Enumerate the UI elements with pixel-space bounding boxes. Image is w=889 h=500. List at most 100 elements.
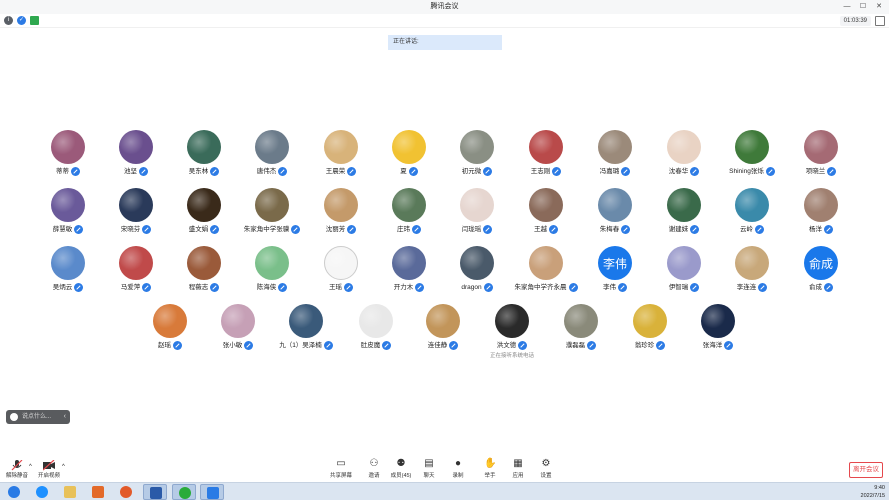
- taskbar-app[interactable]: [200, 484, 224, 500]
- leave-meeting-button[interactable]: 离开会议: [849, 462, 883, 478]
- avatar: [119, 130, 153, 164]
- participant-tile[interactable]: 项晓兰: [785, 130, 857, 188]
- participant-tile[interactable]: 赵瑶: [134, 304, 206, 362]
- avatar: [324, 246, 358, 280]
- invite-button[interactable]: ⚇ 邀请: [359, 458, 389, 482]
- participant-tile[interactable]: 宋晓芬: [100, 188, 172, 246]
- signal-icon[interactable]: [30, 16, 39, 25]
- participant-tile[interactable]: 薛慧敏: [32, 188, 104, 246]
- participant-name-row: 伊智瑞: [648, 282, 720, 294]
- participant-tile[interactable]: 陈海侠: [236, 246, 308, 304]
- muted-microphone-icon: [278, 166, 288, 176]
- record-button[interactable]: ● 录制: [443, 458, 473, 482]
- participant-tile[interactable]: 朱家角中学张骥: [236, 188, 308, 246]
- apps-button[interactable]: ▦ 应用: [503, 458, 533, 482]
- participant-name: 云岭: [740, 226, 753, 233]
- participant-tile[interactable]: dragon: [441, 246, 513, 304]
- participant-tile[interactable]: 翁珍珍: [614, 304, 686, 362]
- tray-date: 2022/7/15: [860, 493, 885, 499]
- chat-input[interactable]: 说点什么... ‹: [6, 410, 70, 424]
- unmute-button[interactable]: 解除静音: [2, 458, 32, 482]
- maximize-icon[interactable]: ☐: [855, 0, 871, 14]
- taskbar-app[interactable]: [172, 484, 196, 500]
- participant-name-row: 谢建妹: [648, 224, 720, 236]
- emoji-icon[interactable]: [10, 413, 18, 421]
- taskbar-app[interactable]: [86, 484, 110, 500]
- participant-name-row: dragon: [441, 282, 513, 294]
- participant-tile[interactable]: 王瑶: [305, 246, 377, 304]
- avatar: [392, 246, 426, 280]
- muted-microphone-icon: [724, 340, 734, 350]
- participant-tile[interactable]: 朱家角中学齐永晨: [510, 246, 582, 304]
- muted-microphone-icon: [758, 282, 768, 292]
- participant-tile[interactable]: 沈春华: [648, 130, 720, 188]
- participant-tile[interactable]: 王志刚: [510, 130, 582, 188]
- participant-tile[interactable]: 程薇志: [168, 246, 240, 304]
- chat-button[interactable]: ▤ 聊天: [414, 458, 444, 482]
- participant-tile[interactable]: 云岭: [716, 188, 788, 246]
- participant-tile[interactable]: 连佳静: [407, 304, 479, 362]
- participant-tile[interactable]: 洪文德 正在接听系统电话: [476, 304, 548, 362]
- participant-tile[interactable]: 濮磊磊: [545, 304, 617, 362]
- participant-tile[interactable]: 初元微: [441, 130, 513, 188]
- share-screen-button[interactable]: ▭ 共享屏幕: [326, 458, 356, 482]
- participant-tile[interactable]: 王晨荣: [305, 130, 377, 188]
- taskbar-app[interactable]: [143, 484, 167, 500]
- participant-tile[interactable]: 冯嘉璐: [579, 130, 651, 188]
- participant-tile[interactable]: 马爱萍: [100, 246, 172, 304]
- participant-name: 王越: [534, 226, 547, 233]
- minimize-icon[interactable]: —: [839, 0, 855, 14]
- participant-name-row: 王晨荣: [305, 166, 377, 178]
- participant-tile[interactable]: 谢建妹: [648, 188, 720, 246]
- taskbar-app[interactable]: [30, 484, 54, 500]
- participant-tile[interactable]: 蒂蒂: [32, 130, 104, 188]
- settings-button[interactable]: ⚙ 设置: [531, 458, 561, 482]
- participant-tile[interactable]: 王越: [510, 188, 582, 246]
- participant-tile[interactable]: 开力木: [373, 246, 445, 304]
- taskbar-app[interactable]: [114, 484, 138, 500]
- raise-hand-button[interactable]: ✋ 举手: [475, 458, 505, 482]
- members-button[interactable]: ⚉ 成员(45): [386, 458, 416, 482]
- participant-tile[interactable]: 张海洋: [682, 304, 754, 362]
- participant-tile[interactable]: 闫珑瑶: [441, 188, 513, 246]
- participant-tile[interactable]: 盛文娟: [168, 188, 240, 246]
- info-icon[interactable]: i: [4, 16, 13, 25]
- avatar: [359, 304, 393, 338]
- video-options-chevron-icon[interactable]: ^: [62, 464, 65, 470]
- participant-tile[interactable]: 夏: [373, 130, 445, 188]
- participant-tile[interactable]: 池坚: [100, 130, 172, 188]
- avatar: 李伟: [598, 246, 632, 280]
- participant-tile[interactable]: 伊智瑞: [648, 246, 720, 304]
- participant-tile[interactable]: 张小敏: [202, 304, 274, 362]
- collapse-chevron-icon[interactable]: ‹: [64, 410, 66, 424]
- fullscreen-icon[interactable]: [875, 16, 885, 26]
- participant-tile[interactable]: 九（1）吴泽楠: [270, 304, 342, 362]
- participant-tile[interactable]: 李伟 李伟: [579, 246, 651, 304]
- start-button[interactable]: [2, 484, 26, 500]
- participant-name: 王晨荣: [325, 168, 346, 175]
- taskbar-app[interactable]: [58, 484, 82, 500]
- muted-microphone-icon: [483, 224, 493, 234]
- chat-label: 聊天: [423, 473, 435, 479]
- participant-tile[interactable]: 肚皮魔: [340, 304, 412, 362]
- participant-tile[interactable]: 李连连: [716, 246, 788, 304]
- participant-name: 濮磊磊: [565, 342, 586, 349]
- avatar: [667, 246, 701, 280]
- participant-tile[interactable]: 朱梅春: [579, 188, 651, 246]
- participant-tile[interactable]: 吴东林: [168, 130, 240, 188]
- participant-tile[interactable]: 杨洋: [785, 188, 857, 246]
- tencent-meeting-icon: [207, 487, 219, 499]
- participant-tile[interactable]: Shining张烁: [716, 130, 788, 188]
- start-video-button[interactable]: 开启视频: [34, 458, 64, 482]
- close-icon[interactable]: ✕: [871, 0, 887, 14]
- participant-tile[interactable]: 庄玮: [373, 188, 445, 246]
- participant-tile[interactable]: 唐伟杰: [236, 130, 308, 188]
- participant-name: 赵瑶: [158, 342, 171, 349]
- shield-icon[interactable]: ✓: [17, 16, 26, 25]
- participant-tile[interactable]: 吴炳云: [32, 246, 104, 304]
- participant-tile[interactable]: 俞成 俞成: [785, 246, 857, 304]
- participant-tile[interactable]: 沈丽芳: [305, 188, 377, 246]
- windows-taskbar: 9:40 2022/7/15: [0, 482, 889, 500]
- participant-name: 沈春华: [668, 168, 689, 175]
- mic-options-chevron-icon[interactable]: ^: [29, 464, 32, 470]
